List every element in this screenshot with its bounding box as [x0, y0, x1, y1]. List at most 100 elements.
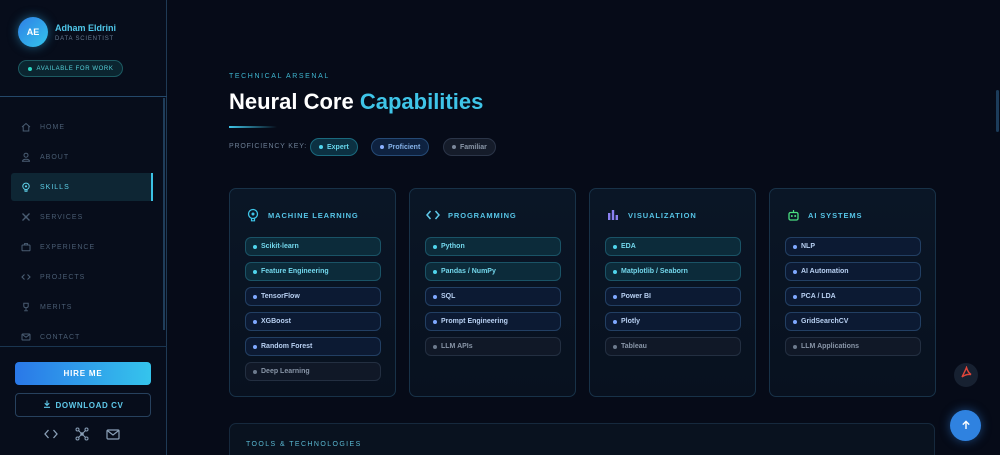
- bar-chart-icon: [606, 208, 620, 222]
- pdf-button[interactable]: [954, 363, 978, 387]
- dot-icon: [433, 294, 437, 299]
- skill-chip: Power BI: [605, 287, 741, 306]
- card-title: AI SYSTEMS: [808, 210, 863, 220]
- card-header: PROGRAMMING: [426, 208, 517, 222]
- skill-chip: XGBoost: [245, 312, 381, 331]
- dot-icon: [613, 294, 617, 299]
- proficiency-key-label: PROFICIENCY KEY:: [229, 143, 308, 150]
- skill-chip: PCA / LDA: [785, 287, 921, 306]
- skill-name: PCA / LDA: [801, 293, 836, 300]
- dot-icon: [613, 244, 617, 249]
- dot-icon: [613, 269, 617, 274]
- skill-chip: NLP: [785, 237, 921, 256]
- sidebar-item-services[interactable]: SERVICES: [11, 203, 153, 231]
- skill-chip: Scikit-learn: [245, 237, 381, 256]
- dot-icon: [433, 344, 437, 349]
- skill-chip: TensorFlow: [245, 287, 381, 306]
- dot-icon: [613, 319, 617, 324]
- dot-icon: [319, 145, 323, 149]
- skill-chip: Plotly: [605, 312, 741, 331]
- card-title: PROGRAMMING: [448, 210, 517, 220]
- skill-card: PROGRAMMING Python Pandas / NumPy SQL Prompt…: [409, 188, 576, 397]
- page-title: Neural Core Capabilities: [229, 89, 483, 115]
- scroll-to-top-button[interactable]: [950, 410, 981, 441]
- skill-name: LLM APIs: [441, 343, 473, 350]
- title-underline: [229, 126, 277, 128]
- sidebar-item-label: SKILLS: [40, 183, 70, 191]
- download-icon: [43, 400, 51, 410]
- dot-icon: [433, 319, 437, 324]
- dot-icon: [793, 294, 797, 299]
- code-icon[interactable]: [44, 427, 58, 441]
- availability-badge: AVAILABLE FOR WORK: [18, 60, 123, 77]
- dot-icon: [253, 244, 257, 249]
- legend-expert: Expert: [310, 138, 358, 156]
- skill-name: XGBoost: [261, 318, 291, 325]
- sidebar-item-skills[interactable]: SKILLS: [11, 173, 153, 201]
- tools-panel: TOOLS & TECHNOLOGIES: [229, 423, 935, 455]
- hire-me-button[interactable]: HIRE ME: [15, 362, 151, 385]
- skill-chip: SQL: [425, 287, 561, 306]
- skill-name: Feature Engineering: [261, 268, 329, 275]
- legend-proficient: Proficient: [371, 138, 430, 156]
- briefcase-icon: [21, 242, 31, 252]
- skill-name: Plotly: [621, 318, 641, 325]
- skill-chip: AI Automation: [785, 262, 921, 281]
- legend-label: Expert: [327, 143, 349, 151]
- dot-icon: [253, 294, 257, 299]
- card-header: VISUALIZATION: [606, 208, 697, 222]
- code-icon: [21, 272, 31, 282]
- social-links: [44, 427, 137, 441]
- sidebar-item-projects[interactable]: PROJECTS: [11, 263, 153, 291]
- download-cv-button[interactable]: DOWNLOAD CV: [15, 393, 151, 417]
- skill-name: EDA: [621, 243, 636, 250]
- skill-name: Python: [441, 243, 465, 250]
- skill-name: SQL: [441, 293, 456, 300]
- mail-icon: [21, 332, 31, 342]
- sidebar-item-home[interactable]: HOME: [11, 113, 153, 141]
- mail-icon[interactable]: [106, 427, 120, 441]
- sidebar-item-experience[interactable]: EXPERIENCE: [11, 233, 153, 261]
- skill-chip: EDA: [605, 237, 741, 256]
- avatar: AE: [18, 17, 48, 47]
- sidebar-item-merits[interactable]: MERITS: [11, 293, 153, 321]
- dot-icon: [380, 145, 384, 149]
- sidebar-item-label: PROJECTS: [40, 273, 86, 281]
- sidebar-item-label: ABOUT: [40, 153, 70, 161]
- download-cv-label: DOWNLOAD CV: [55, 400, 124, 410]
- skill-chip: Deep Learning: [245, 362, 381, 381]
- divider: [0, 96, 167, 97]
- sidebar-item-label: SERVICES: [40, 213, 84, 221]
- legend-label: Proficient: [388, 143, 421, 151]
- sidebar-item-label: MERITS: [40, 303, 73, 311]
- arrow-up-icon: [961, 417, 971, 435]
- robot-icon: [786, 208, 800, 222]
- card-title: VISUALIZATION: [628, 210, 697, 220]
- skill-chip: Tableau: [605, 337, 741, 356]
- page-scrollbar[interactable]: [996, 90, 999, 132]
- sidebar-nav: HOME ABOUT SKILLS SERVICES EXPERIENCE PR…: [11, 113, 153, 353]
- status-dot-icon: [27, 66, 32, 71]
- sidebar-item-about[interactable]: ABOUT: [11, 143, 153, 171]
- sidebar-scrollbar[interactable]: [163, 98, 165, 330]
- card-header: MACHINE LEARNING: [246, 208, 359, 222]
- sidebar: AE Adham Eldrini DATA SCIENTIST AVAILABL…: [0, 0, 167, 455]
- skill-name: Random Forest: [261, 343, 313, 350]
- network-icon[interactable]: [75, 427, 89, 441]
- dot-icon: [253, 269, 257, 274]
- skill-name: Pandas / NumPy: [441, 268, 496, 275]
- profile: AE Adham Eldrini DATA SCIENTIST: [18, 17, 116, 47]
- skill-name: Tableau: [621, 343, 647, 350]
- code-icon: [426, 208, 440, 222]
- skill-name: TensorFlow: [261, 293, 300, 300]
- skill-name: LLM Applications: [801, 343, 860, 350]
- skill-chip: GridSearchCV: [785, 312, 921, 331]
- dot-icon: [452, 145, 456, 149]
- skill-chip: LLM Applications: [785, 337, 921, 356]
- skill-card: MACHINE LEARNING Scikit-learn Feature Engi…: [229, 188, 396, 397]
- tools-label: TOOLS & TECHNOLOGIES: [246, 441, 362, 448]
- title-main: Neural Core: [229, 89, 354, 114]
- legend-familiar: Familiar: [443, 138, 496, 156]
- skill-name: Scikit-learn: [261, 243, 299, 250]
- sidebar-item-label: HOME: [40, 123, 65, 131]
